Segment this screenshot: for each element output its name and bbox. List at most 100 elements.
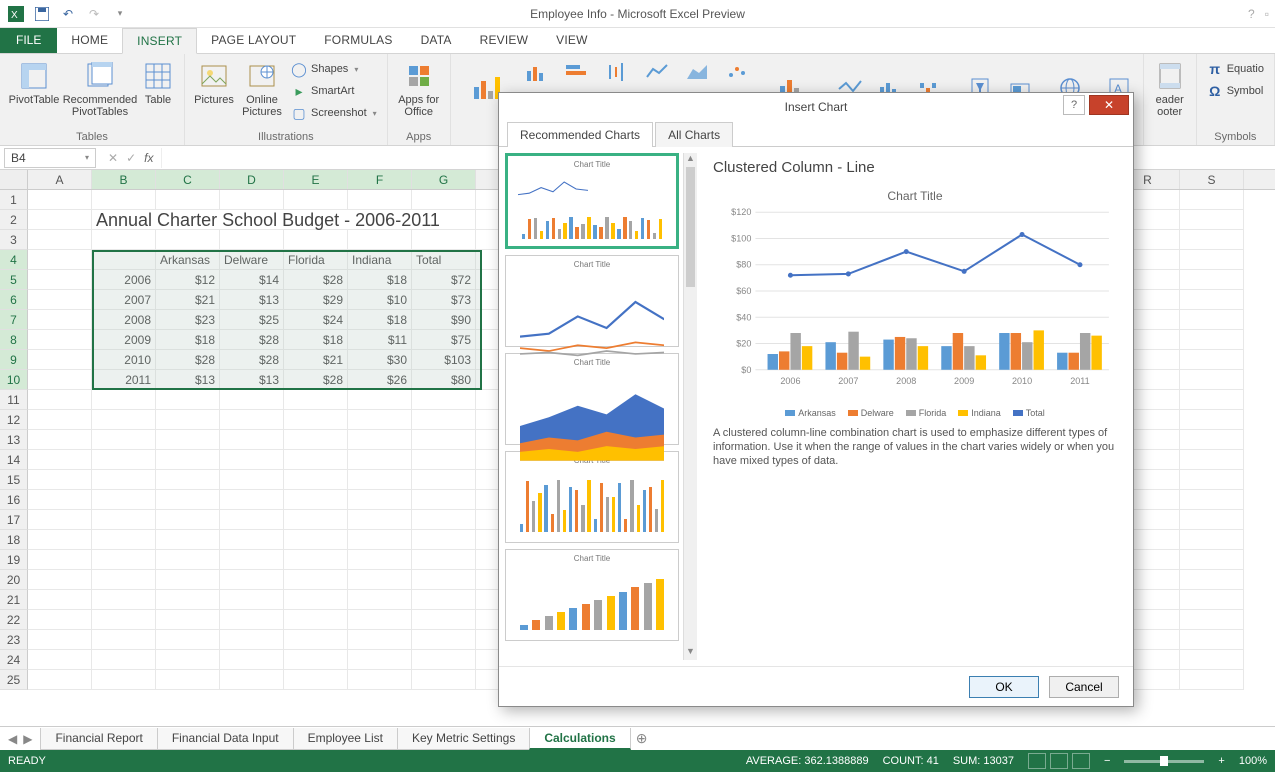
cell[interactable]: [28, 630, 92, 650]
cell[interactable]: $18: [348, 270, 412, 290]
cell[interactable]: [156, 530, 220, 550]
cell[interactable]: [28, 410, 92, 430]
cell[interactable]: $28: [284, 270, 348, 290]
enter-formula-icon[interactable]: ✓: [126, 151, 136, 165]
shapes-button[interactable]: ◯Shapes▾: [287, 58, 381, 80]
cell[interactable]: [92, 570, 156, 590]
cell[interactable]: $30: [348, 350, 412, 370]
select-all-corner[interactable]: [0, 170, 28, 189]
cell[interactable]: $28: [284, 370, 348, 390]
cell[interactable]: [348, 570, 412, 590]
cell[interactable]: [1180, 410, 1244, 430]
cell[interactable]: [156, 510, 220, 530]
cancel-button[interactable]: Cancel: [1049, 676, 1119, 698]
view-pagelayout-icon[interactable]: [1050, 753, 1068, 769]
column-header[interactable]: B: [92, 170, 156, 189]
cell[interactable]: $21: [284, 350, 348, 370]
scroll-up-icon[interactable]: ▲: [684, 153, 697, 167]
cell[interactable]: [156, 430, 220, 450]
column-chart-icon[interactable]: [519, 58, 555, 86]
cell[interactable]: [156, 570, 220, 590]
undo-icon[interactable]: ↶: [56, 2, 80, 26]
cell[interactable]: [156, 490, 220, 510]
tab-insert[interactable]: INSERT: [122, 28, 197, 54]
cell[interactable]: $28: [220, 350, 284, 370]
excel-icon[interactable]: X: [4, 2, 28, 26]
cell[interactable]: [156, 470, 220, 490]
cell[interactable]: [220, 470, 284, 490]
cell[interactable]: [220, 550, 284, 570]
sheet-tab[interactable]: Financial Data Input: [157, 728, 294, 750]
cell[interactable]: [412, 410, 476, 430]
cell[interactable]: [1180, 590, 1244, 610]
cell[interactable]: Annual Charter School Budget - 2006-2011: [92, 210, 476, 230]
cell[interactable]: [156, 670, 220, 690]
cell[interactable]: $26: [348, 370, 412, 390]
cell[interactable]: [412, 550, 476, 570]
row-header[interactable]: 10: [0, 370, 28, 390]
cell[interactable]: [92, 450, 156, 470]
save-icon[interactable]: [30, 2, 54, 26]
cell[interactable]: [1180, 370, 1244, 390]
row-header[interactable]: 14: [0, 450, 28, 470]
cell[interactable]: Delware: [220, 250, 284, 270]
cell[interactable]: 2008: [92, 310, 156, 330]
bar-chart-icon[interactable]: [559, 58, 595, 86]
cell[interactable]: [28, 190, 92, 210]
cell[interactable]: $24: [284, 310, 348, 330]
cell[interactable]: [156, 410, 220, 430]
recommended-chart-thumb[interactable]: Chart Title: [505, 451, 679, 543]
cell[interactable]: [1180, 210, 1244, 230]
row-header[interactable]: 20: [0, 570, 28, 590]
tab-recommended-charts[interactable]: Recommended Charts: [507, 122, 653, 147]
cell[interactable]: [220, 390, 284, 410]
cell[interactable]: $11: [348, 330, 412, 350]
cell[interactable]: [92, 670, 156, 690]
cell[interactable]: Arkansas: [156, 250, 220, 270]
cell[interactable]: $75: [412, 330, 476, 350]
cell[interactable]: [156, 610, 220, 630]
tab-page-layout[interactable]: PAGE LAYOUT: [197, 27, 310, 53]
ribbon-collapse-icon[interactable]: ▫: [1265, 7, 1269, 21]
cell[interactable]: [92, 630, 156, 650]
cell[interactable]: [28, 430, 92, 450]
cell[interactable]: [1180, 330, 1244, 350]
cell[interactable]: $28: [220, 330, 284, 350]
cell[interactable]: [412, 230, 476, 250]
cell[interactable]: [28, 350, 92, 370]
cell[interactable]: [284, 230, 348, 250]
cell[interactable]: $10: [348, 290, 412, 310]
cell[interactable]: $103: [412, 350, 476, 370]
column-header[interactable]: C: [156, 170, 220, 189]
cell[interactable]: [28, 230, 92, 250]
cell[interactable]: [220, 530, 284, 550]
row-header[interactable]: 1: [0, 190, 28, 210]
cell[interactable]: [28, 570, 92, 590]
cell[interactable]: [412, 670, 476, 690]
cell[interactable]: [220, 630, 284, 650]
cell[interactable]: [412, 490, 476, 510]
cell[interactable]: [220, 650, 284, 670]
stock-chart-icon[interactable]: [599, 58, 635, 86]
cell[interactable]: [28, 310, 92, 330]
cell[interactable]: [28, 550, 92, 570]
cell[interactable]: [348, 530, 412, 550]
cell[interactable]: [412, 390, 476, 410]
zoom-in-icon[interactable]: +: [1218, 755, 1224, 767]
cell[interactable]: [348, 230, 412, 250]
cell[interactable]: [284, 190, 348, 210]
row-header[interactable]: 9: [0, 350, 28, 370]
view-normal-icon[interactable]: [1028, 753, 1046, 769]
cell[interactable]: [28, 210, 92, 230]
row-header[interactable]: 15: [0, 470, 28, 490]
cell[interactable]: [92, 610, 156, 630]
tab-home[interactable]: HOME: [57, 27, 122, 53]
cell[interactable]: [412, 530, 476, 550]
cell[interactable]: [92, 490, 156, 510]
cell[interactable]: [284, 650, 348, 670]
cell[interactable]: [28, 670, 92, 690]
smartart-button[interactable]: ▸SmartArt: [287, 80, 381, 102]
sheet-tab[interactable]: Calculations: [529, 728, 630, 750]
tab-formulas[interactable]: FORMULAS: [310, 27, 406, 53]
cell[interactable]: [220, 610, 284, 630]
